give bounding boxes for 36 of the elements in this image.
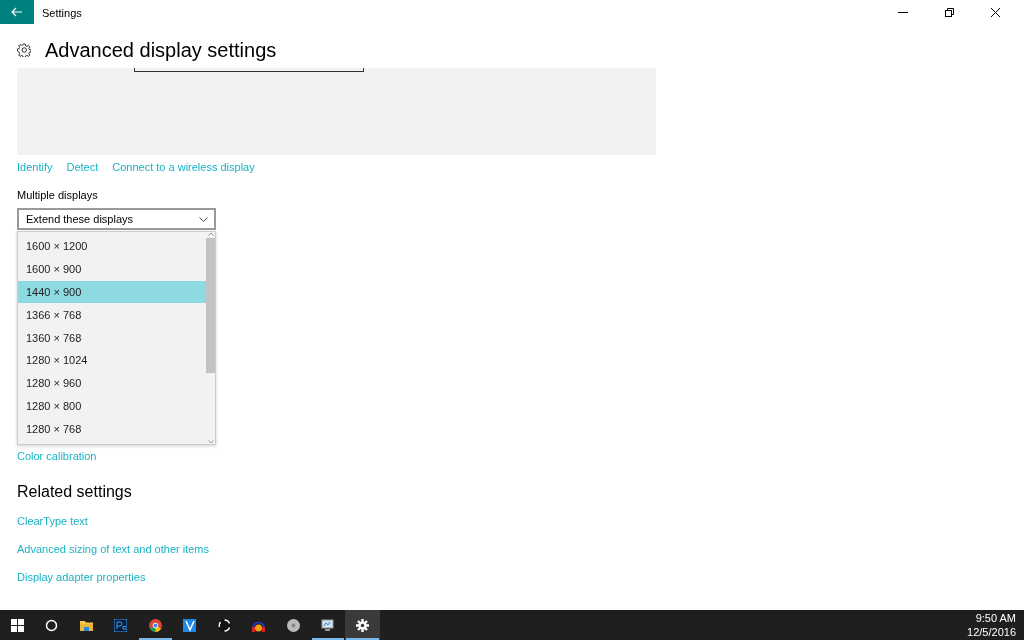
section-heading: Related settings — [17, 482, 133, 502]
folder-icon — [79, 618, 93, 632]
browser-icon — [148, 618, 162, 632]
scrollbar[interactable] — [206, 232, 215, 445]
resolution-option[interactable]: 1280 × 768 — [18, 417, 206, 441]
scroll-up-icon — [207, 232, 214, 236]
restore-icon — [944, 7, 954, 17]
gear-icon — [355, 618, 369, 632]
page-title: Advanced display settings — [45, 38, 277, 62]
resolution-option[interactable]: 1440 × 900 — [18, 280, 206, 304]
circle-icon — [45, 618, 59, 632]
taskbar-button[interactable] — [345, 610, 380, 640]
resolution-option[interactable]: 1360 × 768 — [18, 326, 206, 349]
code-editor-icon — [183, 618, 197, 632]
back-arrow-icon — [11, 7, 23, 17]
scroll-down-icon — [207, 440, 214, 445]
resolution-option[interactable]: 1280 × 800 — [18, 394, 206, 418]
display-tile[interactable] — [134, 68, 364, 72]
chevron-down-icon — [199, 216, 208, 222]
close-icon — [990, 7, 1000, 17]
resolution-option[interactable]: 1280 × 960 — [18, 371, 206, 395]
resolution-option[interactable]: 1600 × 900 — [18, 257, 206, 281]
minimize-icon — [898, 11, 908, 13]
resolution-option[interactable]: 1600 × 1200 — [18, 235, 206, 258]
settings-icon — [17, 43, 31, 57]
photo-editor-icon — [114, 618, 128, 632]
field-label: Multiple displays — [17, 188, 99, 202]
disc-icon — [286, 618, 300, 632]
resolution-option[interactable]: 1366 × 768 — [18, 303, 206, 327]
multiple-displays-dropdown[interactable]: Extend these displays — [17, 208, 216, 230]
resolution-option[interactable]: 1280 × 1024 — [18, 349, 206, 372]
windows-logo-icon — [10, 618, 24, 632]
monitor-icon — [321, 618, 335, 632]
aperture-icon — [217, 618, 231, 632]
clock[interactable]: 9:50 AM 12/5/2016 — [961, 610, 1024, 640]
window-title: Settings — [42, 7, 83, 19]
